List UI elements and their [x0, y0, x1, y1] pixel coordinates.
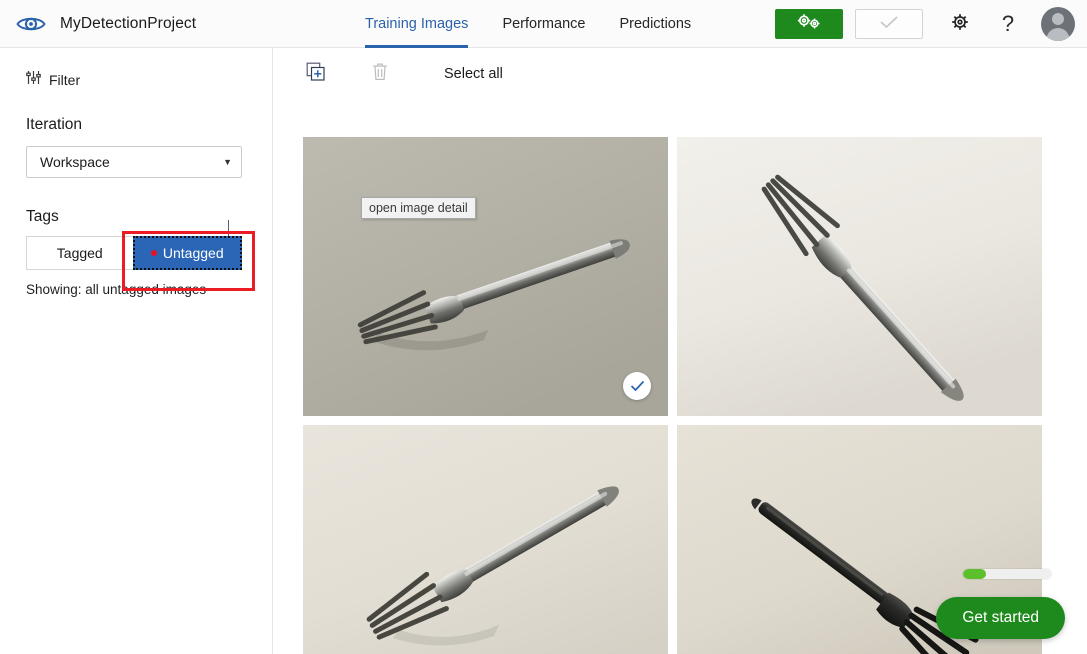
custom-vision-app: MyDetectionProject Training Images Perfo…	[0, 0, 1087, 654]
filter-button[interactable]: Filter	[26, 70, 272, 90]
double-gear-icon	[794, 13, 824, 36]
select-all-button[interactable]: Select all	[444, 66, 503, 82]
iteration-selected-value: Workspace	[40, 154, 110, 170]
delete-button[interactable]	[360, 54, 400, 94]
filter-sliders-icon	[26, 70, 41, 90]
sidebar: Filter Iteration Workspace ▼ Tags Tagged…	[0, 48, 273, 654]
eye-gear-icon	[14, 7, 48, 41]
gear-icon	[950, 12, 970, 37]
images-toolbar: Select all	[274, 48, 1087, 100]
tags-heading: Tags	[26, 208, 59, 225]
image-select-checkbox[interactable]	[623, 372, 651, 400]
onboarding-progress-fill	[963, 569, 986, 579]
checkmark-icon	[879, 15, 899, 34]
silver-fork-tines-lower-left-2	[303, 425, 668, 654]
checkmark-icon	[630, 380, 644, 392]
tab-performance[interactable]: Performance	[485, 0, 602, 48]
add-images-button[interactable]	[296, 54, 336, 94]
get-started-button[interactable]: Get started	[936, 597, 1065, 639]
add-tag-cursor-marker	[228, 220, 229, 236]
tag-filter-group: Tagged Untagged	[26, 236, 242, 270]
image-thumbnail-1[interactable]: open image detail	[303, 137, 668, 416]
app-header: MyDetectionProject Training Images Perfo…	[0, 0, 1087, 48]
tag-filter-tagged[interactable]: Tagged	[26, 236, 134, 270]
iteration-heading: Iteration	[26, 116, 83, 133]
image-thumbnail-3[interactable]	[303, 425, 668, 654]
page-title: MyDetectionProject	[60, 14, 197, 32]
image-grid: open image detail	[303, 137, 1042, 654]
filter-label: Filter	[49, 72, 81, 88]
tagged-label: Tagged	[56, 245, 103, 261]
untagged-label: Untagged	[162, 245, 224, 261]
iteration-select[interactable]: Workspace ▼	[26, 146, 242, 178]
question-mark-icon: ?	[1001, 11, 1015, 36]
image-thumbnail-2[interactable]	[677, 137, 1042, 416]
header-actions: ?	[775, 0, 1077, 48]
main-navigation-tabs: Training Images Performance Predictions	[348, 0, 708, 48]
open-image-detail-tooltip: open image detail	[361, 197, 476, 219]
tag-filter-untagged[interactable]: Untagged	[132, 236, 242, 270]
help-button[interactable]: ?	[993, 9, 1023, 39]
untagged-dot-icon	[150, 250, 157, 256]
chevron-down-icon: ▼	[223, 157, 232, 167]
main-content: Select all open image detail	[274, 48, 1087, 654]
add-images-icon	[306, 62, 326, 87]
settings-button[interactable]	[945, 9, 975, 39]
brand[interactable]: MyDetectionProject	[0, 0, 196, 48]
onboarding-progress-bar	[963, 569, 1051, 579]
avatar[interactable]	[1041, 7, 1075, 41]
showing-status-text: Showing: all untagged images	[26, 282, 207, 297]
trash-icon	[372, 62, 388, 86]
silver-fork-tines-upper-left	[677, 137, 1042, 416]
silver-fork-tines-lower-left	[303, 137, 668, 416]
tab-predictions[interactable]: Predictions	[602, 0, 708, 48]
tab-training-images[interactable]: Training Images	[348, 0, 485, 48]
train-button[interactable]	[775, 9, 843, 39]
quick-test-button[interactable]	[855, 9, 923, 39]
